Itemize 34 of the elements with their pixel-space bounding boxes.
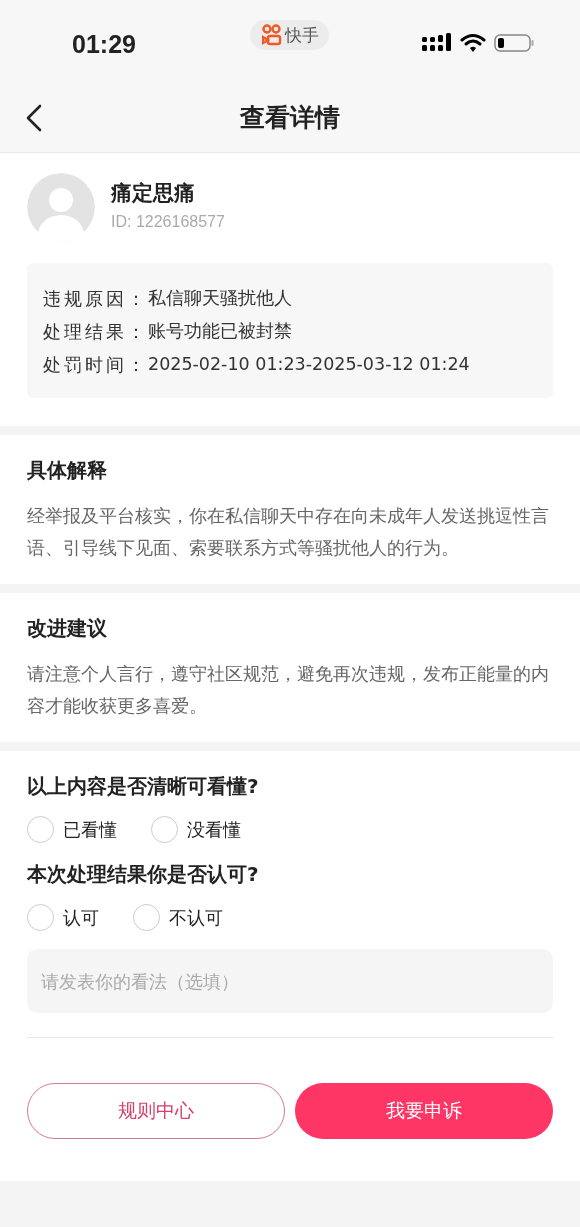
- radio-button[interactable]: [27, 904, 54, 931]
- user-name: 痛定思痛: [111, 180, 196, 207]
- detail-label: 处理结果：: [43, 320, 148, 344]
- option-label[interactable]: 没看懂: [187, 817, 241, 842]
- camera-logo-icon: [262, 24, 282, 46]
- action-button[interactable]: 我要申诉: [295, 1083, 553, 1139]
- option-label[interactable]: 认可: [63, 905, 99, 930]
- app-badge: 快手: [250, 20, 329, 50]
- option-label[interactable]: 不认可: [169, 905, 223, 930]
- radio-button[interactable]: [27, 816, 54, 843]
- page-title: 查看详情: [240, 101, 340, 134]
- back-icon[interactable]: [26, 104, 42, 132]
- section-title: 改进建议: [27, 615, 108, 642]
- section-text: 请注意个人言行，遵守社区规范，避免再次违规，发布正能量的内容才能收获更多喜爱。: [27, 662, 550, 718]
- status-time: 01:29: [72, 29, 136, 59]
- avatar-icon: [27, 173, 95, 241]
- question-title: 以上内容是否清晰可看懂?: [27, 773, 260, 800]
- question-title: 本次处理结果你是否认可?: [27, 861, 260, 888]
- radio-button[interactable]: [133, 904, 160, 931]
- action-button[interactable]: 规则中心: [27, 1083, 285, 1139]
- signal-icon: [422, 33, 452, 53]
- detail-label: 违规原因：: [43, 287, 148, 311]
- radio-button[interactable]: [151, 816, 178, 843]
- section-title: 具体解释: [27, 457, 108, 484]
- wifi-icon: [460, 33, 486, 53]
- detail-value: 私信聊天骚扰他人: [148, 287, 292, 310]
- detail-value: 账号功能已被封禁: [148, 320, 292, 343]
- detail-value: 2025-02-10 01:23-2025-03-12 01:24: [148, 353, 470, 376]
- option-label[interactable]: 已看懂: [63, 817, 117, 842]
- detail-label: 处罚时间：: [43, 353, 148, 377]
- comment-field[interactable]: 请发表你的看法（选填）: [27, 949, 553, 1013]
- battery-icon: [494, 33, 534, 53]
- section-text: 经举报及平台核实，你在私信聊天中存在向未成年人发送挑逗性言语、引导线下见面、索要联系方式等骚扰他人的行为。: [27, 504, 550, 560]
- user-id: ID: 1226168577: [111, 213, 225, 231]
